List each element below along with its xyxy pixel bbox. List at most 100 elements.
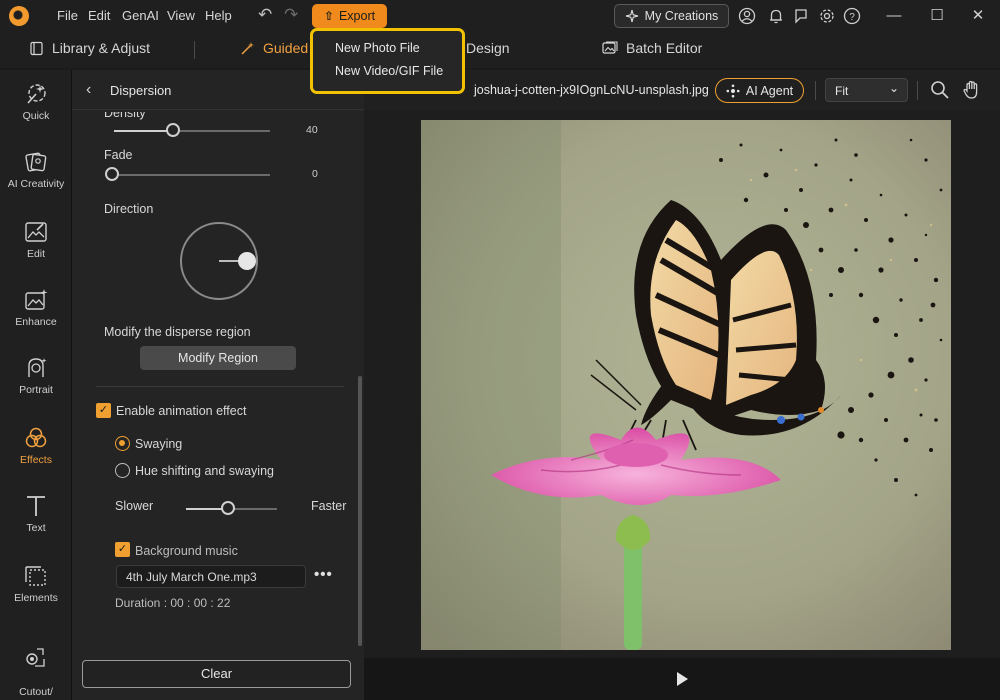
music-duration: Duration : 00 : 00 : 22 [115, 596, 231, 610]
faster-label: Faster [311, 499, 347, 513]
zoom-select[interactable]: Fit ⌄ [825, 78, 908, 102]
my-creations-button[interactable]: My Creations [614, 4, 729, 28]
undo-icon[interactable]: ↶ [258, 5, 272, 25]
canvas-area: joshua-j-cotten-jx9IOgnLcNU-unsplash.jpg… [364, 70, 1000, 700]
ai-agent-icon [726, 84, 740, 97]
left-tool-rail: Quick AI Creativity Edit Enhance Portrai… [0, 70, 72, 700]
tab-library-adjust[interactable]: Library & Adjust [29, 40, 150, 56]
ai-creativity-icon [25, 152, 47, 172]
portrait-face-icon [28, 358, 47, 377]
fade-slider-handle[interactable] [105, 167, 119, 181]
export-menu: New Photo File New Video/GIF File [310, 28, 465, 94]
rail-label-quick: Quick [22, 110, 50, 122]
redo-icon[interactable]: ↷ [284, 5, 298, 25]
density-slider-fill [114, 130, 174, 132]
toolbar-divider [815, 81, 816, 100]
pan-hand-icon[interactable] [961, 79, 983, 101]
menu-genai[interactable]: GenAI [122, 8, 159, 23]
hue-shifting-label: Hue shifting and swaying [135, 464, 274, 478]
file-name: joshua-j-cotten-jx9IOgnLcNU-unsplash.jpg [474, 83, 709, 97]
upload-icon: ⇧ [323, 9, 334, 23]
enable-animation-checkbox[interactable]: ✓ [96, 403, 111, 418]
density-value: 40 [306, 124, 318, 136]
tab-divider [194, 41, 195, 59]
rail-item-ai-creativity[interactable]: AI Creativity [0, 150, 72, 190]
effects-circles-icon [25, 427, 47, 448]
tab-design-label: Design [466, 40, 510, 56]
rail-item-elements[interactable]: Elements [0, 564, 72, 604]
direction-dial-handle[interactable] [238, 252, 256, 270]
speed-slider-handle[interactable] [221, 501, 235, 515]
panel-title: Dispersion [110, 83, 172, 98]
rail-label-portrait: Portrait [19, 384, 53, 396]
section-divider [96, 386, 344, 387]
music-file-field[interactable]: 4th July March One.mp3 [116, 565, 306, 588]
zoom-search-icon[interactable] [929, 79, 951, 101]
dispersion-panel: ‹ Dispersion Density 40 Fade 0 Direction… [72, 70, 364, 700]
settings-gear-icon[interactable] [818, 7, 836, 25]
rail-item-cutout-background[interactable]: Cutout/ Background [0, 632, 72, 700]
play-icon[interactable] [677, 672, 688, 686]
tab-design[interactable]: Design [466, 40, 510, 56]
title-bar: File Edit GenAI View Help ↶ ↷ ⇧ Export M… [0, 0, 1000, 32]
modify-region-label: Modify the disperse region [104, 325, 251, 339]
rail-item-edit[interactable]: Edit [0, 220, 72, 260]
rail-item-effects[interactable]: Effects [0, 426, 72, 466]
export-button[interactable]: ⇧ Export [312, 4, 387, 28]
feedback-icon[interactable] [792, 7, 810, 25]
fade-slider-track[interactable] [114, 174, 270, 176]
rail-label-effects: Effects [20, 454, 52, 466]
clear-button[interactable]: Clear [82, 660, 351, 688]
photo-canvas[interactable] [421, 120, 951, 650]
magic-wand-icon [241, 41, 254, 55]
tab-library-label: Library & Adjust [52, 40, 151, 56]
my-creations-label: My Creations [644, 9, 719, 23]
direction-label: Direction [104, 202, 154, 216]
rail-item-text[interactable]: Text [0, 494, 72, 534]
rail-item-portrait[interactable]: Portrait [0, 356, 72, 396]
enhance-icon [25, 289, 48, 310]
app-logo-icon [9, 6, 29, 26]
elements-icon [25, 566, 46, 586]
library-icon [30, 41, 43, 55]
minimize-icon[interactable]: — [882, 4, 906, 28]
menu-file[interactable]: File [57, 8, 78, 23]
export-label: Export [338, 9, 376, 23]
menu-edit[interactable]: Edit [88, 8, 110, 23]
svg-text:?: ? [849, 12, 855, 23]
account-icon[interactable] [738, 7, 756, 25]
notification-bell-icon[interactable] [767, 7, 785, 25]
more-options-icon[interactable]: ••• [314, 566, 333, 583]
tab-batch-label: Batch Editor [626, 40, 703, 56]
help-icon[interactable]: ? [843, 7, 861, 25]
rail-item-quick[interactable]: Quick [0, 82, 72, 122]
panel-scrollbar[interactable] [358, 376, 362, 646]
ai-agent-button[interactable]: AI Agent [715, 78, 804, 103]
back-chevron-icon[interactable]: ‹ [86, 81, 91, 99]
close-icon[interactable]: ✕ [966, 4, 990, 28]
modify-region-button[interactable]: Modify Region [140, 346, 296, 370]
ai-agent-label: AI Agent [745, 83, 794, 98]
batch-images-icon [602, 41, 618, 54]
rail-label-cutout-background: Cutout/ Background [8, 686, 64, 700]
toolbar-divider [917, 81, 918, 100]
menu-view[interactable]: View [167, 8, 195, 23]
slower-label: Slower [115, 499, 154, 513]
hue-shifting-radio[interactable] [115, 463, 130, 478]
new-video-gif-file-item[interactable]: New Video/GIF File [335, 64, 462, 87]
mode-tab-bar: Library & Adjust Guided Design Batch Edi… [0, 32, 1000, 68]
new-photo-file-item[interactable]: New Photo File [335, 41, 462, 64]
tab-guided[interactable]: Guided [240, 40, 308, 56]
text-icon [27, 496, 45, 516]
menu-help[interactable]: Help [205, 8, 232, 23]
background-music-checkbox[interactable]: ✓ [115, 542, 130, 557]
cutout-scissors-icon [26, 648, 45, 667]
rail-label-enhance: Enhance [15, 316, 57, 328]
maximize-icon[interactable]: ☐ [925, 4, 949, 28]
density-slider-handle[interactable] [166, 123, 180, 137]
tab-batch-editor[interactable]: Batch Editor [602, 40, 702, 56]
quick-wand-icon [27, 84, 46, 104]
swaying-radio[interactable] [115, 436, 130, 451]
rail-item-enhance[interactable]: Enhance [0, 288, 72, 328]
rail-label-elements: Elements [14, 592, 58, 604]
